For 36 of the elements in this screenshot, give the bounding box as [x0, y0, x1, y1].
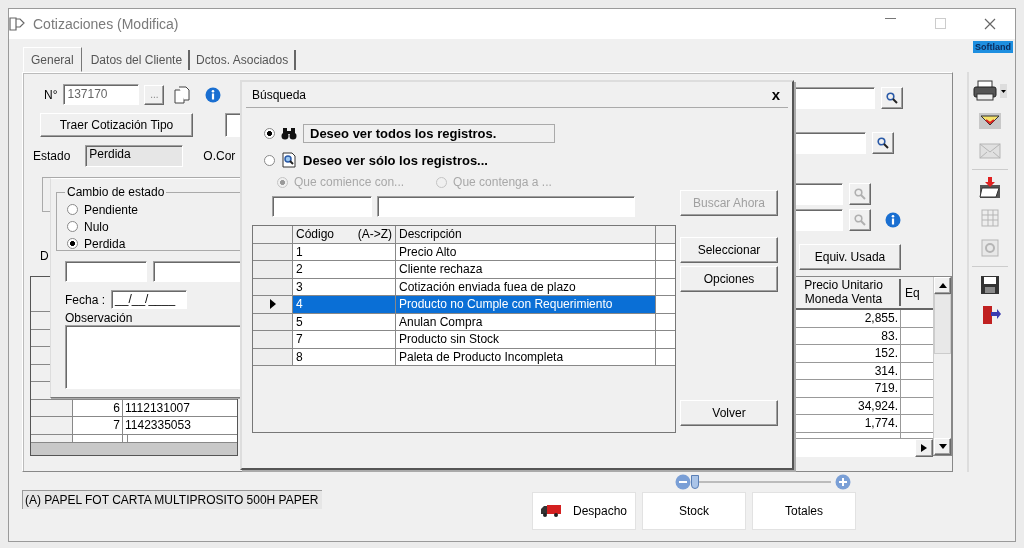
table-cell: 7 — [73, 417, 123, 434]
status-field: Perdida — [85, 145, 184, 167]
radio-label: Que contenga a ... — [453, 175, 552, 189]
field-label: D — [40, 249, 49, 263]
table-cell-text: 1112131007 — [124, 399, 191, 416]
field-label: Observación — [64, 311, 134, 325]
field-label: N° — [44, 87, 58, 102]
dialog-title: Búsqueda — [252, 87, 307, 102]
table-cell: 8 — [293, 348, 396, 365]
column-header: Descripción — [396, 226, 656, 243]
sort-indicator: (A->Z) — [357, 227, 392, 242]
table-cell: Cliente rechaza — [396, 261, 656, 278]
table-cell: 1 — [293, 243, 396, 260]
status-text: (A) PAPEL FOT CARTA MULTIPROSITO 500H PAPER — [22, 490, 322, 509]
table-cell: Precio Alto — [396, 243, 656, 260]
table-cell: Producto no Cumple con Requerimiento — [396, 296, 656, 313]
table-cell: Producto sin Stock — [396, 331, 656, 348]
search-now-button: Buscar Ahora — [680, 190, 778, 216]
table-cell: Paleta de Producto Incompleta — [396, 348, 656, 365]
field-label: Fecha : — [65, 292, 106, 307]
table-cell-text: 1142335053 — [124, 417, 192, 434]
table-cell: 4 — [293, 296, 396, 313]
group-title: Cambio de estado — [66, 185, 166, 199]
window-title: Cotizaciones (Modifica) — [33, 16, 179, 32]
table-cell: 7 — [293, 331, 396, 348]
table-cell: 2 — [293, 261, 396, 278]
column-header: Código — [296, 227, 335, 242]
table-cell: Cotización enviada fuea de plazo — [396, 278, 656, 295]
brand-badge: Softland — [973, 41, 1013, 53]
field-label: O.Cor — [203, 149, 236, 163]
field-label: Estado — [33, 149, 71, 163]
table-cell: 3 — [293, 278, 396, 295]
column-header: Eq — [904, 285, 920, 300]
table-cell: Anulan Compra — [396, 313, 656, 330]
radio-label: Que comience con... — [294, 175, 405, 189]
table-cell: 5 — [293, 313, 396, 330]
